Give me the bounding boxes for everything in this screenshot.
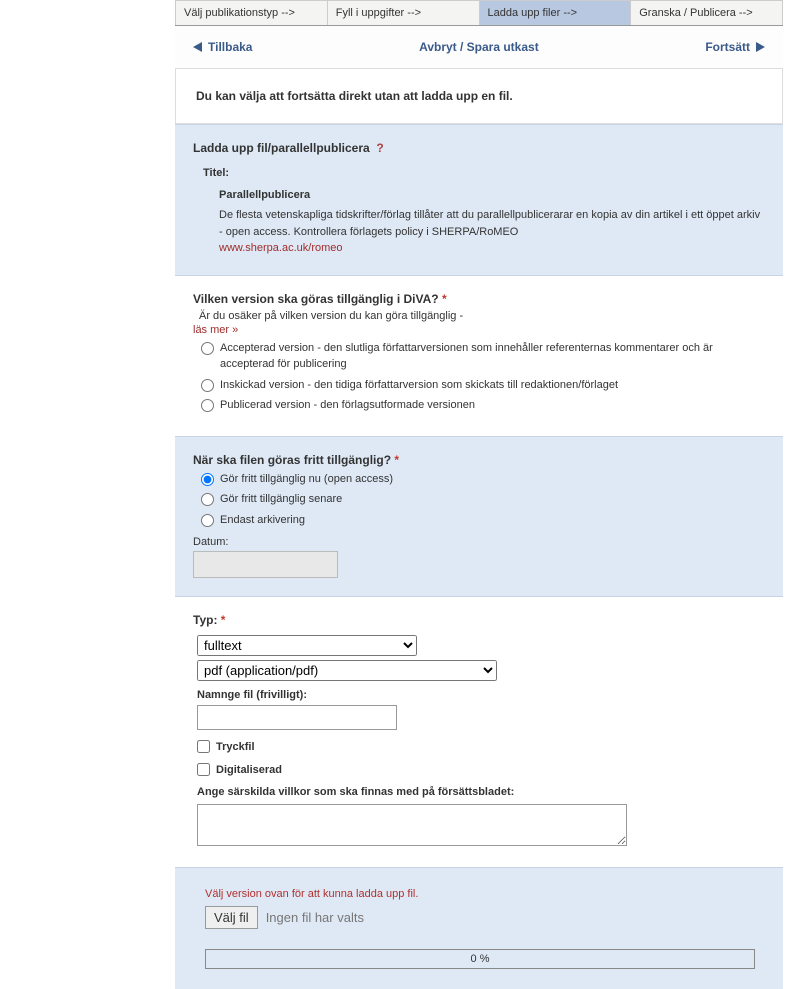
section-title: Ladda upp fil/parallellpublicera ? — [193, 141, 765, 155]
version-published-label: Publicerad version - den förlagsutformad… — [220, 397, 475, 414]
file-upload-section: Välj version ovan för att kunna ladda up… — [175, 867, 783, 989]
section-title-text: Ladda upp fil/parallellpublicera — [193, 141, 370, 155]
back-link[interactable]: Tillbaka — [193, 40, 252, 54]
read-more-link[interactable]: läs mer » — [193, 324, 238, 336]
datum-label: Datum: — [193, 536, 765, 548]
choose-file-button[interactable]: Välj fil — [205, 906, 258, 929]
version-question: Vilken version ska göras tillgänglig i D… — [193, 292, 439, 306]
type-label: Typ: — [193, 613, 217, 627]
conditions-label: Ange särskilda villkor som ska finnas me… — [197, 786, 765, 798]
tab-fill-info[interactable]: Fyll i uppgifter --> — [328, 0, 480, 25]
avail-archive-radio[interactable] — [201, 514, 214, 527]
avail-now-label: Gör fritt tillgänglig nu (open access) — [220, 471, 393, 488]
info-box: Du kan välja att fortsätta direkt utan a… — [175, 68, 783, 124]
wizard-tabs: Välj publikationstyp --> Fyll i uppgifte… — [175, 0, 783, 26]
back-label: Tillbaka — [208, 40, 252, 54]
avail-later-label: Gör fritt tillgänglig senare — [220, 491, 342, 508]
parallell-text: De flesta vetenskapliga tidskrifter/förl… — [219, 207, 765, 257]
required-icon: * — [221, 613, 226, 627]
required-icon: * — [394, 453, 399, 467]
version-section: Vilken version ska göras tillgänglig i D… — [175, 275, 783, 436]
availability-section: När ska filen göras fritt tillgänglig? *… — [175, 436, 783, 597]
digitaliserad-checkbox[interactable] — [197, 763, 210, 776]
format-select[interactable]: pdf (application/pdf) — [197, 660, 497, 681]
name-file-label: Namnge fil (frivilligt): — [197, 689, 765, 701]
sherpa-link[interactable]: www.sherpa.ac.uk/romeo — [219, 242, 343, 254]
conditions-textarea[interactable] — [197, 804, 627, 846]
forward-label: Fortsätt — [705, 40, 750, 54]
parallell-head: Parallellpublicera — [219, 189, 765, 201]
version-published-radio[interactable] — [201, 399, 214, 412]
tryckfil-label: Tryckfil — [216, 741, 255, 753]
tab-publication-type[interactable]: Välj publikationstyp --> — [175, 0, 328, 25]
type-select[interactable]: fulltext — [197, 635, 417, 656]
version-accepted-label: Accepterad version - den slutliga förfat… — [220, 340, 765, 373]
upload-section: Ladda upp fil/parallellpublicera ? Titel… — [175, 124, 783, 275]
upload-error: Välj version ovan för att kunna ladda up… — [205, 888, 753, 900]
version-submitted-label: Inskickad version - den tidiga författar… — [220, 377, 618, 394]
cancel-save-link[interactable]: Avbryt / Spara utkast — [419, 40, 539, 54]
info-text: Du kan välja att fortsätta direkt utan a… — [196, 89, 762, 103]
name-file-input[interactable] — [197, 705, 397, 730]
forward-link[interactable]: Fortsätt — [705, 40, 765, 54]
type-section: Typ: * fulltext pdf (application/pdf) Na… — [175, 596, 783, 867]
availability-question: När ska filen göras fritt tillgänglig? — [193, 453, 391, 467]
nav-row: Tillbaka Avbryt / Spara utkast Fortsätt — [175, 26, 783, 68]
arrow-left-icon — [193, 42, 202, 52]
tab-review-publish[interactable]: Granska / Publicera --> — [631, 0, 783, 25]
arrow-right-icon — [756, 42, 765, 52]
avail-now-radio[interactable] — [201, 473, 214, 486]
tab-upload-files[interactable]: Ladda upp filer --> — [480, 0, 632, 25]
datum-input — [193, 551, 338, 578]
no-file-label: Ingen fil har valts — [266, 910, 364, 925]
titel-label: Titel: — [203, 167, 765, 179]
avail-later-radio[interactable] — [201, 493, 214, 506]
help-icon[interactable]: ? — [376, 141, 383, 155]
version-note: Är du osäker på vilken version du kan gö… — [199, 310, 765, 322]
version-accepted-radio[interactable] — [201, 342, 214, 355]
upload-progress: 0 % — [205, 949, 755, 969]
avail-archive-label: Endast arkivering — [220, 512, 305, 529]
progress-text: 0 % — [471, 953, 490, 965]
required-icon: * — [442, 292, 447, 306]
digitaliserad-label: Digitaliserad — [216, 764, 282, 776]
version-submitted-radio[interactable] — [201, 379, 214, 392]
tryckfil-checkbox[interactable] — [197, 740, 210, 753]
